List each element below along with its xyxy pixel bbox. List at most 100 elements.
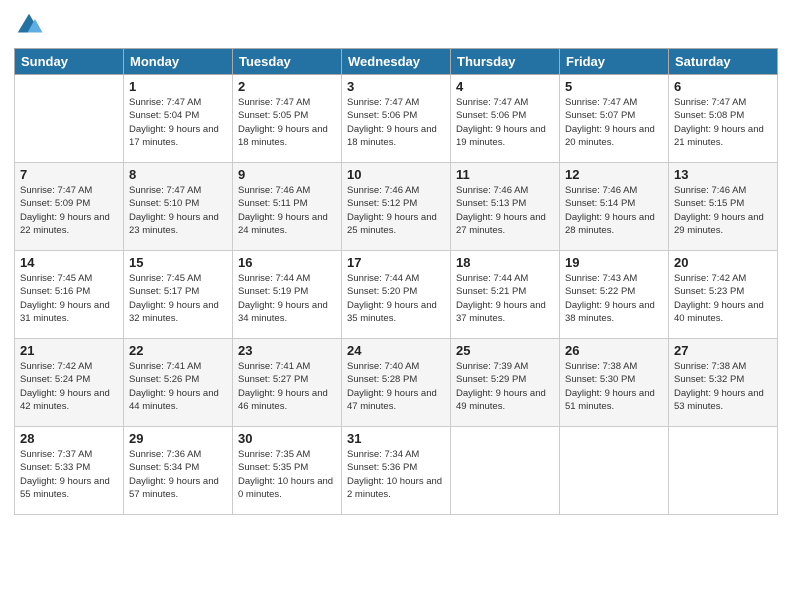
calendar-day-cell: 20 Sunrise: 7:42 AMSunset: 5:23 PMDaylig… bbox=[669, 251, 778, 339]
calendar-day-cell: 29 Sunrise: 7:36 AMSunset: 5:34 PMDaylig… bbox=[124, 427, 233, 515]
day-detail: Sunrise: 7:34 AMSunset: 5:36 PMDaylight:… bbox=[347, 448, 445, 501]
day-number: 11 bbox=[456, 167, 554, 182]
calendar-day-cell: 24 Sunrise: 7:40 AMSunset: 5:28 PMDaylig… bbox=[342, 339, 451, 427]
day-number: 19 bbox=[565, 255, 663, 270]
day-number: 7 bbox=[20, 167, 118, 182]
calendar-day-cell: 14 Sunrise: 7:45 AMSunset: 5:16 PMDaylig… bbox=[15, 251, 124, 339]
day-number: 5 bbox=[565, 79, 663, 94]
day-number: 12 bbox=[565, 167, 663, 182]
calendar-week-row: 7 Sunrise: 7:47 AMSunset: 5:09 PMDayligh… bbox=[15, 163, 778, 251]
day-detail: Sunrise: 7:45 AMSunset: 5:17 PMDaylight:… bbox=[129, 272, 227, 325]
calendar-day-cell: 23 Sunrise: 7:41 AMSunset: 5:27 PMDaylig… bbox=[233, 339, 342, 427]
calendar-day-cell bbox=[451, 427, 560, 515]
calendar-day-cell: 7 Sunrise: 7:47 AMSunset: 5:09 PMDayligh… bbox=[15, 163, 124, 251]
day-number: 17 bbox=[347, 255, 445, 270]
calendar-table: SundayMondayTuesdayWednesdayThursdayFrid… bbox=[14, 48, 778, 515]
calendar-day-cell: 12 Sunrise: 7:46 AMSunset: 5:14 PMDaylig… bbox=[560, 163, 669, 251]
logo-icon bbox=[14, 10, 44, 40]
day-detail: Sunrise: 7:47 AMSunset: 5:04 PMDaylight:… bbox=[129, 96, 227, 149]
day-number: 9 bbox=[238, 167, 336, 182]
day-detail: Sunrise: 7:44 AMSunset: 5:21 PMDaylight:… bbox=[456, 272, 554, 325]
calendar-day-cell: 21 Sunrise: 7:42 AMSunset: 5:24 PMDaylig… bbox=[15, 339, 124, 427]
header bbox=[14, 10, 778, 40]
calendar-day-cell: 13 Sunrise: 7:46 AMSunset: 5:15 PMDaylig… bbox=[669, 163, 778, 251]
calendar-day-cell: 15 Sunrise: 7:45 AMSunset: 5:17 PMDaylig… bbox=[124, 251, 233, 339]
weekday-header: Friday bbox=[560, 49, 669, 75]
day-detail: Sunrise: 7:44 AMSunset: 5:19 PMDaylight:… bbox=[238, 272, 336, 325]
day-number: 26 bbox=[565, 343, 663, 358]
calendar-day-cell: 4 Sunrise: 7:47 AMSunset: 5:06 PMDayligh… bbox=[451, 75, 560, 163]
calendar-day-cell: 9 Sunrise: 7:46 AMSunset: 5:11 PMDayligh… bbox=[233, 163, 342, 251]
day-detail: Sunrise: 7:47 AMSunset: 5:06 PMDaylight:… bbox=[456, 96, 554, 149]
day-detail: Sunrise: 7:46 AMSunset: 5:13 PMDaylight:… bbox=[456, 184, 554, 237]
day-number: 31 bbox=[347, 431, 445, 446]
day-number: 16 bbox=[238, 255, 336, 270]
weekday-header: Wednesday bbox=[342, 49, 451, 75]
calendar-day-cell: 16 Sunrise: 7:44 AMSunset: 5:19 PMDaylig… bbox=[233, 251, 342, 339]
day-detail: Sunrise: 7:40 AMSunset: 5:28 PMDaylight:… bbox=[347, 360, 445, 413]
weekday-header: Tuesday bbox=[233, 49, 342, 75]
day-detail: Sunrise: 7:47 AMSunset: 5:06 PMDaylight:… bbox=[347, 96, 445, 149]
calendar-day-cell: 28 Sunrise: 7:37 AMSunset: 5:33 PMDaylig… bbox=[15, 427, 124, 515]
day-detail: Sunrise: 7:45 AMSunset: 5:16 PMDaylight:… bbox=[20, 272, 118, 325]
calendar-day-cell: 30 Sunrise: 7:35 AMSunset: 5:35 PMDaylig… bbox=[233, 427, 342, 515]
day-number: 22 bbox=[129, 343, 227, 358]
weekday-header: Saturday bbox=[669, 49, 778, 75]
day-number: 18 bbox=[456, 255, 554, 270]
day-number: 4 bbox=[456, 79, 554, 94]
calendar-day-cell: 22 Sunrise: 7:41 AMSunset: 5:26 PMDaylig… bbox=[124, 339, 233, 427]
calendar-day-cell bbox=[15, 75, 124, 163]
calendar-day-cell: 27 Sunrise: 7:38 AMSunset: 5:32 PMDaylig… bbox=[669, 339, 778, 427]
day-number: 3 bbox=[347, 79, 445, 94]
day-detail: Sunrise: 7:46 AMSunset: 5:11 PMDaylight:… bbox=[238, 184, 336, 237]
day-detail: Sunrise: 7:38 AMSunset: 5:30 PMDaylight:… bbox=[565, 360, 663, 413]
day-detail: Sunrise: 7:47 AMSunset: 5:07 PMDaylight:… bbox=[565, 96, 663, 149]
calendar-day-cell: 6 Sunrise: 7:47 AMSunset: 5:08 PMDayligh… bbox=[669, 75, 778, 163]
weekday-header: Thursday bbox=[451, 49, 560, 75]
calendar-day-cell: 18 Sunrise: 7:44 AMSunset: 5:21 PMDaylig… bbox=[451, 251, 560, 339]
day-number: 1 bbox=[129, 79, 227, 94]
day-number: 14 bbox=[20, 255, 118, 270]
calendar-day-cell: 19 Sunrise: 7:43 AMSunset: 5:22 PMDaylig… bbox=[560, 251, 669, 339]
day-detail: Sunrise: 7:36 AMSunset: 5:34 PMDaylight:… bbox=[129, 448, 227, 501]
day-number: 21 bbox=[20, 343, 118, 358]
calendar-week-row: 28 Sunrise: 7:37 AMSunset: 5:33 PMDaylig… bbox=[15, 427, 778, 515]
calendar-day-cell: 10 Sunrise: 7:46 AMSunset: 5:12 PMDaylig… bbox=[342, 163, 451, 251]
day-number: 30 bbox=[238, 431, 336, 446]
day-number: 23 bbox=[238, 343, 336, 358]
day-detail: Sunrise: 7:42 AMSunset: 5:24 PMDaylight:… bbox=[20, 360, 118, 413]
weekday-header: Sunday bbox=[15, 49, 124, 75]
day-number: 29 bbox=[129, 431, 227, 446]
day-detail: Sunrise: 7:46 AMSunset: 5:14 PMDaylight:… bbox=[565, 184, 663, 237]
calendar-day-cell: 1 Sunrise: 7:47 AMSunset: 5:04 PMDayligh… bbox=[124, 75, 233, 163]
day-detail: Sunrise: 7:37 AMSunset: 5:33 PMDaylight:… bbox=[20, 448, 118, 501]
day-number: 27 bbox=[674, 343, 772, 358]
day-number: 6 bbox=[674, 79, 772, 94]
calendar-week-row: 1 Sunrise: 7:47 AMSunset: 5:04 PMDayligh… bbox=[15, 75, 778, 163]
day-detail: Sunrise: 7:43 AMSunset: 5:22 PMDaylight:… bbox=[565, 272, 663, 325]
day-detail: Sunrise: 7:39 AMSunset: 5:29 PMDaylight:… bbox=[456, 360, 554, 413]
day-detail: Sunrise: 7:38 AMSunset: 5:32 PMDaylight:… bbox=[674, 360, 772, 413]
day-detail: Sunrise: 7:47 AMSunset: 5:09 PMDaylight:… bbox=[20, 184, 118, 237]
day-number: 15 bbox=[129, 255, 227, 270]
day-detail: Sunrise: 7:47 AMSunset: 5:05 PMDaylight:… bbox=[238, 96, 336, 149]
calendar-day-cell: 31 Sunrise: 7:34 AMSunset: 5:36 PMDaylig… bbox=[342, 427, 451, 515]
day-detail: Sunrise: 7:47 AMSunset: 5:10 PMDaylight:… bbox=[129, 184, 227, 237]
logo bbox=[14, 10, 48, 40]
day-number: 2 bbox=[238, 79, 336, 94]
day-detail: Sunrise: 7:44 AMSunset: 5:20 PMDaylight:… bbox=[347, 272, 445, 325]
calendar-day-cell: 25 Sunrise: 7:39 AMSunset: 5:29 PMDaylig… bbox=[451, 339, 560, 427]
calendar-day-cell: 17 Sunrise: 7:44 AMSunset: 5:20 PMDaylig… bbox=[342, 251, 451, 339]
day-detail: Sunrise: 7:41 AMSunset: 5:27 PMDaylight:… bbox=[238, 360, 336, 413]
day-detail: Sunrise: 7:42 AMSunset: 5:23 PMDaylight:… bbox=[674, 272, 772, 325]
day-number: 10 bbox=[347, 167, 445, 182]
calendar-day-cell bbox=[669, 427, 778, 515]
calendar-day-cell bbox=[560, 427, 669, 515]
day-detail: Sunrise: 7:46 AMSunset: 5:12 PMDaylight:… bbox=[347, 184, 445, 237]
day-number: 25 bbox=[456, 343, 554, 358]
day-number: 13 bbox=[674, 167, 772, 182]
day-detail: Sunrise: 7:41 AMSunset: 5:26 PMDaylight:… bbox=[129, 360, 227, 413]
calendar-header-row: SundayMondayTuesdayWednesdayThursdayFrid… bbox=[15, 49, 778, 75]
day-number: 8 bbox=[129, 167, 227, 182]
day-number: 24 bbox=[347, 343, 445, 358]
